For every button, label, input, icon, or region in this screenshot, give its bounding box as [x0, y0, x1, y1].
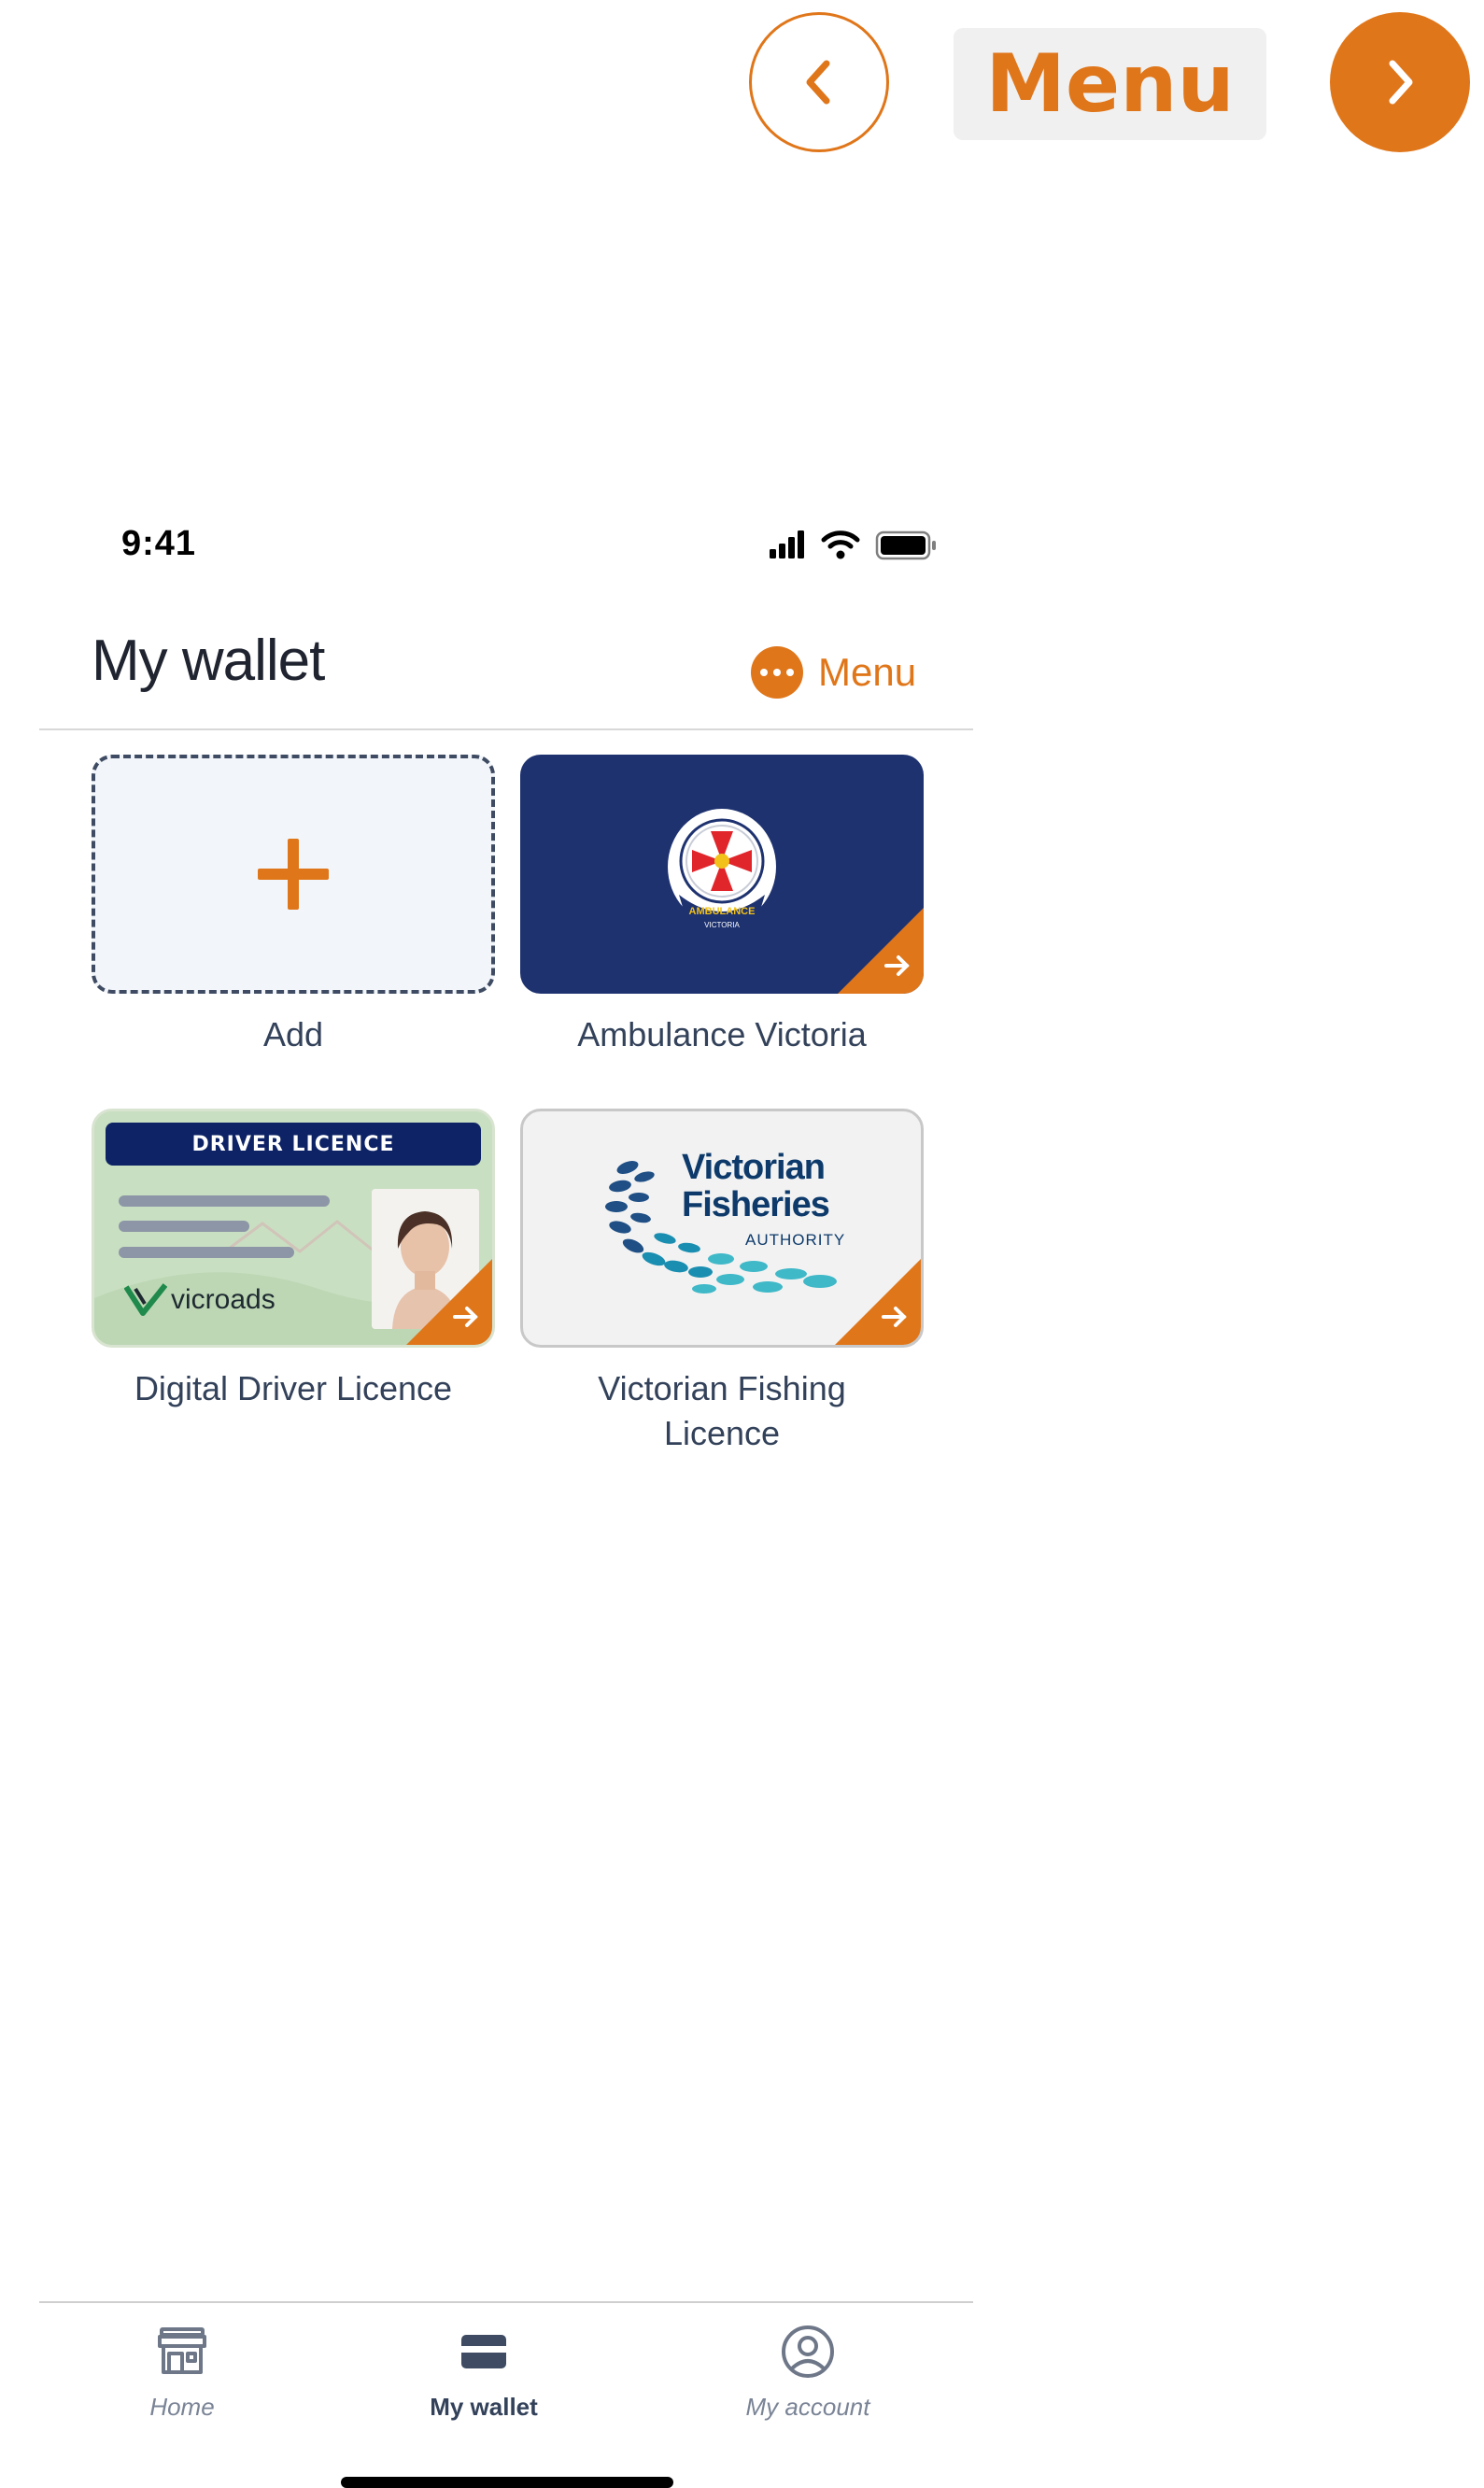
vicroads-mark-icon	[124, 1283, 167, 1316]
driver-licence-banner: DRIVER LICENCE	[106, 1123, 481, 1166]
licence-text-line	[119, 1221, 249, 1232]
header-menu-label: Menu	[818, 650, 917, 694]
more-icon	[751, 646, 803, 699]
tab-my-wallet[interactable]: My wallet	[372, 2324, 596, 2422]
ambulance-victoria-card[interactable]: AMBULANCE VICTORIA	[520, 755, 924, 994]
wifi-icon	[821, 530, 860, 559]
tab-my-wallet-label: My wallet	[430, 2393, 538, 2421]
tab-my-account[interactable]: My account	[696, 2324, 920, 2422]
battery-icon	[875, 530, 936, 560]
victorian-fisheries-logo-title: Victorian Fisheries	[682, 1148, 830, 1224]
tab-home-label: Home	[149, 2393, 215, 2421]
victorian-fishing-licence-card[interactable]: Victorian Fisheries AUTHORITY	[520, 1109, 924, 1348]
tab-bar-divider	[39, 2301, 973, 2303]
open-card-arrow-icon	[835, 1259, 921, 1345]
account-circle-icon	[782, 2325, 834, 2378]
wallet-card-icon	[461, 2335, 506, 2368]
signal-icon	[770, 530, 804, 558]
open-card-arrow-icon	[406, 1259, 492, 1345]
status-time: 9:41	[121, 524, 197, 563]
ambulance-victoria-label: Ambulance Victoria	[577, 1015, 867, 1053]
vicroads-text: vicroads	[171, 1284, 276, 1315]
digital-driver-licence-label: Digital Driver Licence	[134, 1369, 453, 1407]
store-icon	[158, 2327, 206, 2374]
header-divider	[39, 728, 973, 730]
presenter-menu-button[interactable]: Menu	[954, 28, 1266, 140]
home-indicator[interactable]	[341, 2477, 673, 2488]
tab-my-account-label: My account	[745, 2393, 870, 2421]
plus-icon	[258, 839, 329, 910]
digital-driver-licence-card[interactable]: DRIVER LICENCE vicroads	[92, 1109, 495, 1348]
add-card-button[interactable]	[92, 755, 495, 994]
ambulance-victoria-logo: AMBULANCE VICTORIA	[668, 809, 776, 929]
tab-home[interactable]: Home	[70, 2324, 294, 2422]
victorian-fishing-licence-label: Victorian Fishing Licence	[598, 1369, 846, 1452]
next-button[interactable]	[1330, 12, 1470, 152]
victorian-fisheries-logo-subtitle: AUTHORITY	[745, 1231, 846, 1249]
ambulance-logo-text: AMBULANCE	[689, 906, 756, 917]
header-menu-button[interactable]: Menu	[751, 644, 916, 700]
previous-button[interactable]	[749, 12, 889, 152]
licence-text-line	[119, 1195, 330, 1207]
vicroads-logo: vicroads	[124, 1283, 276, 1317]
licence-text-line	[119, 1247, 294, 1258]
add-card-label: Add	[262, 1015, 324, 1053]
page-title: My wallet	[92, 629, 325, 693]
open-card-arrow-icon	[838, 908, 924, 994]
status-icons	[770, 530, 936, 560]
chevron-right-icon	[1389, 60, 1413, 105]
chevron-left-icon	[806, 60, 830, 105]
ambulance-logo-subtext: VICTORIA	[704, 921, 740, 929]
